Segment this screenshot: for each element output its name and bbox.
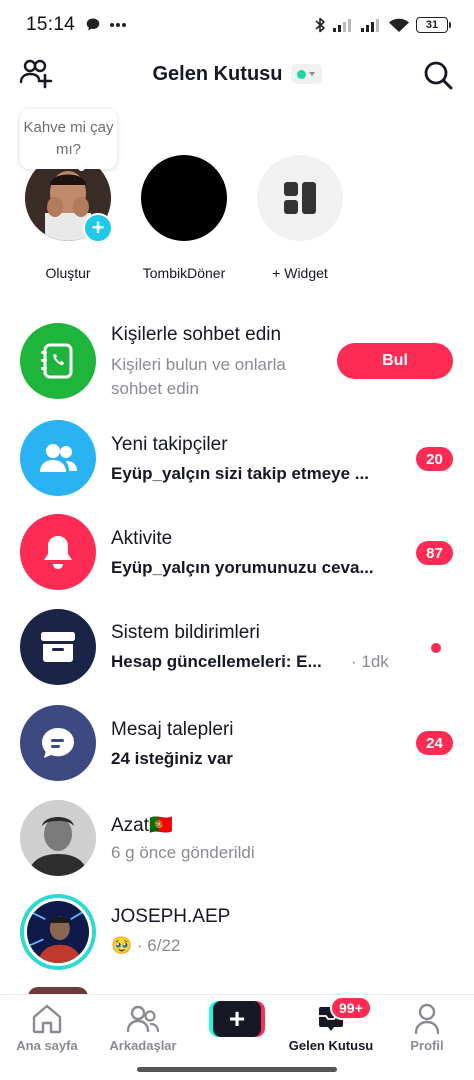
list-item-message-requests[interactable]: Mesaj talepleri 24 isteğiniz var 24 [0,697,474,791]
avatar [20,800,96,876]
timestamp: · 1dk [351,652,389,671]
list-item-chat-joseph[interactable]: JOSEPH.AEP 🥹 · 6/22 [0,886,474,980]
story-tombikdoner[interactable]: TombikDöner [124,155,244,281]
tab-label: Profil [410,1038,444,1053]
inbox-header: Gelen Kutusu [0,50,474,98]
avatar [141,155,227,241]
tab-create[interactable]: + [192,1001,282,1038]
online-status-toggle[interactable] [290,64,322,84]
more-dots-icon [110,23,127,27]
row-title: Azat🇵🇹 [111,815,173,836]
row-subtitle: 24 isteğiniz var [111,749,233,768]
story-label: Oluştur [45,265,91,281]
chat-bubble-icon [20,705,96,781]
list-item-new-followers[interactable]: Yeni takipçiler Eyüp_yalçın sizi takip e… [0,412,474,506]
row-title: Yeni takipçiler [111,434,228,455]
count-badge: 87 [416,541,453,565]
search-button[interactable] [422,59,454,91]
add-friends-icon [19,59,53,89]
list-item-system-notifications[interactable]: Sistem bildirimleri Hesap güncellemeleri… [0,601,474,695]
tab-friends[interactable]: Arkadaşlar [98,1001,188,1053]
tab-profile[interactable]: Profil [382,1001,472,1053]
avatar [20,894,96,970]
friends-icon [126,1005,160,1033]
plus-icon: + [213,1001,261,1037]
row-title: JOSEPH.AEP [111,906,231,927]
row-subtitle: Kişileri bulun ve onlarla [111,355,286,374]
count-badge: 20 [416,447,453,471]
signal-icon [333,19,351,32]
row-subtitle: 6 g önce gönderildi [111,843,255,862]
create-button[interactable]: + [209,1001,265,1037]
status-bar: 15:14 31 [0,0,474,50]
story-label: TombikDöner [142,265,226,281]
search-icon [424,61,453,90]
profile-icon [414,1003,440,1035]
find-button[interactable]: Bul [337,343,453,379]
note-tooltip[interactable]: Kahve mi çay mı? [20,109,117,169]
tab-label: Ana sayfa [16,1038,78,1053]
list-item-activity[interactable]: Aktivite Eyüp_yalçın yorumunuzu ceva... … [0,506,474,600]
message-bubble-icon [86,18,100,31]
signal-icon [361,19,379,32]
home-indicator[interactable] [137,1067,337,1072]
tab-label: Gelen Kutusu [288,1038,374,1053]
row-subtitle: Hesap güncellemeleri: E... [111,652,322,671]
row-title: Mesaj talepleri [111,719,234,740]
unread-dot [431,643,441,653]
row-title: Aktivite [111,528,173,549]
followers-icon [20,420,96,496]
story-label: + Widget [272,265,328,281]
online-dot-icon [297,69,306,79]
widget-circle [257,155,343,241]
battery-level: 31 [425,19,439,31]
widget-icon [284,182,316,214]
story-widget[interactable]: + Widget [240,155,360,281]
chevron-down-icon [309,72,315,76]
bluetooth-icon [315,17,325,33]
row-title: Kişilerle sohbet edin [111,324,282,345]
inbox-count-badge: 99+ [330,996,372,1020]
row-title: Sistem bildirimleri [111,622,260,643]
status-time: 15:14 [26,14,76,35]
bell-icon [20,514,96,590]
tooltip-tail [78,164,85,171]
inbox-tray-icon [20,609,96,685]
row-subtitle: Eyüp_yalçın sizi takip etmeye ... [111,464,369,483]
list-item-chat-azat[interactable]: Azat🇵🇹 6 g önce gönderildi [0,792,474,886]
page-title: Gelen Kutusu [152,62,283,85]
add-friends-button[interactable] [18,58,54,90]
tab-home[interactable]: Ana sayfa [2,1001,92,1053]
count-badge: 24 [416,731,453,755]
row-subtitle: sohbet edin [111,379,199,398]
home-icon [32,1004,62,1034]
story-create[interactable]: + Oluştur [8,155,128,281]
contacts-icon [20,323,96,399]
wifi-icon [389,18,409,32]
tab-label: Arkadaşlar [109,1038,177,1053]
avatar-azat [20,800,96,876]
row-subtitle: Eyüp_yalçın yorumunuzu ceva... [111,558,374,577]
row-subtitle: · 6/22 [136,936,181,955]
battery-icon: 31 [416,17,451,33]
message-preview-emoji: 🥹 [111,936,133,955]
avatar-joseph [24,898,92,966]
add-story-plus-icon[interactable]: + [83,213,113,243]
